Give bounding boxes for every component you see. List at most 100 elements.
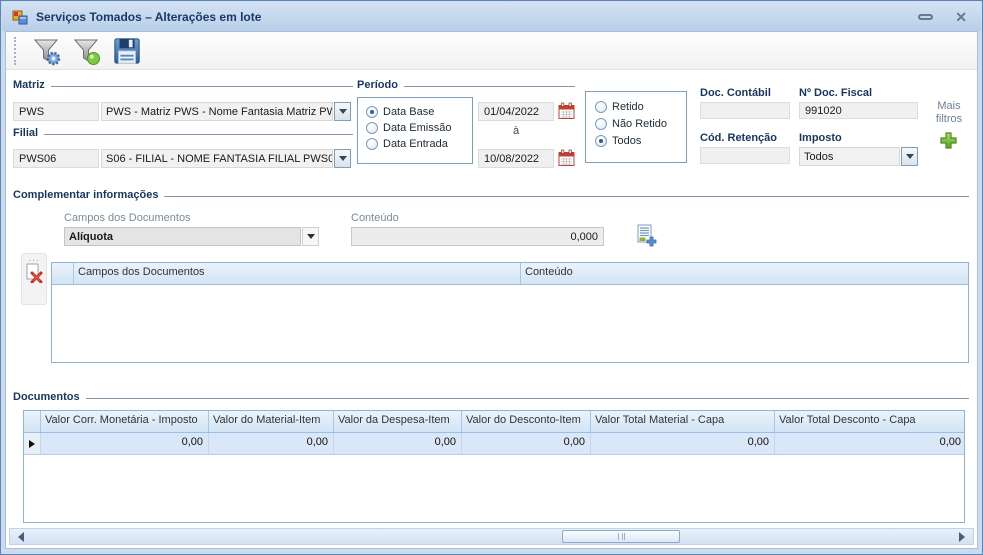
filter-apply-button[interactable] (67, 34, 107, 68)
scroll-right-icon[interactable] (959, 532, 965, 542)
filter-settings-icon (31, 35, 63, 67)
complementar-grid-header: Campos dos Documentos Conteúdo (52, 263, 968, 285)
documentos-section-header: Documentos (13, 391, 969, 403)
more-options-button[interactable]: ... (28, 255, 39, 263)
matriz-label: Matriz (13, 79, 45, 91)
filial-combo[interactable]: S06 - FILIAL - NOME FANTASIA FILIAL PWS0… (101, 149, 351, 168)
titlebar[interactable]: Serviços Tomados – Alterações em lote ✕ (2, 2, 981, 31)
calendar-icon[interactable] (558, 102, 575, 120)
column-header[interactable]: Valor Corr. Monetária - Imposto (41, 411, 209, 432)
doc-fiscal-field[interactable]: 991020 (799, 102, 918, 119)
campos-documentos-combo[interactable]: Alíquota (64, 227, 319, 246)
delete-row-icon[interactable] (25, 263, 44, 283)
radio-icon (366, 106, 378, 118)
plus-icon[interactable] (939, 131, 958, 150)
current-row-arrow-icon (29, 440, 35, 448)
imposto-label: Imposto (799, 132, 842, 144)
table-cell[interactable]: 0,00 (334, 433, 462, 454)
radio-icon (595, 101, 607, 113)
matriz-group-header: Matriz (13, 79, 353, 91)
column-header[interactable]: Valor Total Material - Capa (591, 411, 775, 432)
doc-contabil-label: Doc. Contábil (700, 87, 771, 99)
doc-contabil-field[interactable] (700, 102, 790, 119)
chevron-down-icon (339, 109, 347, 114)
matriz-combo-value: PWS - Matriz PWS - Nome Fantasia Matriz … (101, 102, 333, 121)
imposto-combo[interactable]: Todos (799, 147, 918, 166)
grid-side-toolbar: ... (21, 253, 47, 305)
radio-icon (595, 135, 607, 147)
radio-data-entrada[interactable]: Data Entrada (366, 138, 472, 150)
periodo-group-header: Período (357, 79, 575, 91)
table-cell[interactable]: 0,00 (41, 433, 209, 454)
scrollbar-grip (618, 533, 625, 540)
matriz-code-field[interactable]: PWS (13, 102, 99, 121)
column-header[interactable]: Campos dos Documentos (74, 263, 521, 284)
save-button[interactable] (107, 34, 147, 68)
chevron-down-icon (906, 154, 914, 159)
close-icon[interactable]: ✕ (955, 10, 967, 24)
filter-settings-button[interactable] (27, 34, 67, 68)
minimize-icon[interactable] (918, 14, 933, 20)
table-cell[interactable]: 0,00 (209, 433, 334, 454)
filter-apply-icon (71, 35, 103, 67)
column-header[interactable]: Conteúdo (521, 263, 969, 284)
filial-group-header: Filial (13, 127, 353, 139)
column-header[interactable]: Valor do Material-Item (209, 411, 334, 432)
horizontal-scrollbar[interactable] (9, 528, 974, 545)
cod-retencao-field[interactable] (700, 147, 790, 164)
app-window: Serviços Tomados – Alterações em lote ✕ (0, 0, 983, 555)
row-selector-cell[interactable] (24, 433, 41, 454)
table-row[interactable]: 0,00 0,00 0,00 0,00 0,00 0,00 (24, 433, 964, 455)
add-row-icon[interactable] (634, 223, 658, 247)
column-header[interactable]: Valor da Despesa-Item (334, 411, 462, 432)
radio-todos[interactable]: Todos (595, 135, 686, 147)
campos-documentos-label: Campos dos Documentos (64, 212, 191, 224)
documentos-title: Documentos (13, 391, 80, 403)
matriz-dropdown-button[interactable] (334, 102, 351, 121)
filial-code-field[interactable]: PWS06 (13, 149, 99, 168)
scrollbar-thumb[interactable] (562, 530, 680, 543)
calendar-icon[interactable] (558, 149, 575, 167)
date-from-field[interactable]: 01/04/2022 (478, 102, 554, 121)
radio-retido[interactable]: Retido (595, 101, 686, 113)
imposto-dropdown-button[interactable] (901, 147, 918, 166)
campos-dropdown-button[interactable] (302, 227, 319, 246)
mais-filtros-label: Mais filtros (926, 100, 972, 126)
chevron-down-icon (307, 234, 315, 239)
documentos-grid[interactable]: Valor Corr. Monetária - Imposto Valor do… (23, 410, 965, 523)
filial-label: Filial (13, 127, 38, 139)
complementar-section-header: Complementar informações (13, 189, 969, 201)
form-icon (12, 9, 28, 25)
periodo-radio-group: Data Base Data Emissão Data Entrada (357, 97, 473, 164)
column-header[interactable]: Valor Total Desconto - Capa (775, 411, 965, 432)
row-selector-header (52, 263, 74, 284)
cod-retencao-label: Cód. Retenção (700, 132, 777, 144)
toolbar-grip[interactable] (14, 37, 17, 65)
complementar-title: Complementar informações (13, 189, 158, 201)
date-to-field[interactable]: 10/08/2022 (478, 149, 554, 168)
radio-icon (595, 118, 607, 130)
date-separator: à (478, 125, 554, 137)
table-cell[interactable]: 0,00 (591, 433, 775, 454)
radio-data-base[interactable]: Data Base (366, 106, 472, 118)
table-cell[interactable]: 0,00 (462, 433, 591, 454)
campos-combo-value: Alíquota (64, 227, 301, 246)
periodo-label: Período (357, 79, 398, 91)
imposto-combo-value: Todos (799, 147, 900, 166)
column-header[interactable]: Valor do Desconto-Item (462, 411, 591, 432)
table-cell[interactable]: 0,00 (775, 433, 965, 454)
complementar-grid[interactable]: Campos dos Documentos Conteúdo (51, 262, 969, 363)
radio-data-emissao[interactable]: Data Emissão (366, 122, 472, 134)
radio-nao-retido[interactable]: Não Retido (595, 118, 686, 130)
radio-icon (366, 122, 378, 134)
toolbar (6, 32, 977, 70)
conteudo-field[interactable]: 0,000 (351, 227, 604, 246)
scroll-left-icon[interactable] (18, 532, 24, 542)
matriz-combo[interactable]: PWS - Matriz PWS - Nome Fantasia Matriz … (101, 102, 351, 121)
filial-dropdown-button[interactable] (334, 149, 351, 168)
chevron-down-icon (339, 156, 347, 161)
documentos-grid-header: Valor Corr. Monetária - Imposto Valor do… (24, 411, 964, 433)
filial-combo-value: S06 - FILIAL - NOME FANTASIA FILIAL PWS0… (101, 149, 333, 168)
form-content: Matriz PWS PWS - Matriz PWS - Nome Fanta… (5, 31, 978, 549)
save-icon (112, 36, 142, 66)
